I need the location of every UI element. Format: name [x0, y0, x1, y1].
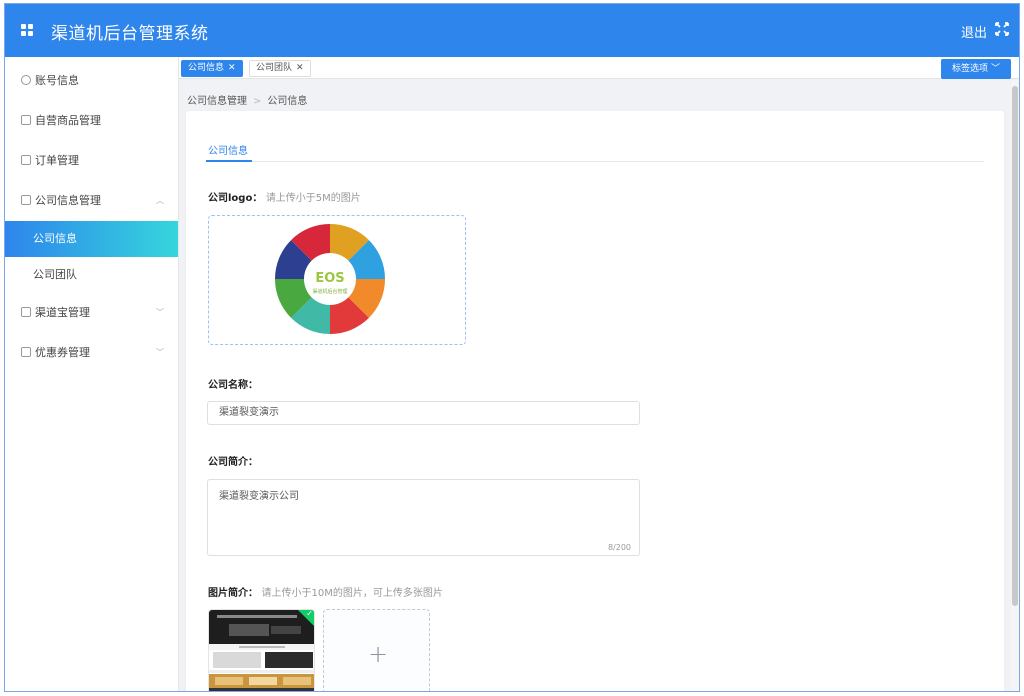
breadcrumb: 公司信息管理 > 公司信息 [187, 92, 307, 107]
breadcrumb-separator-icon: > [253, 96, 262, 107]
tag-label: 公司信息 [188, 63, 225, 73]
sidebar-subitem-company-team[interactable]: 公司团队 [5, 257, 178, 293]
company-info-card: 公司信息 公司logo： 请上传小于5M的图片 EOS 渠道机后台管理 公司名称… [186, 111, 1004, 691]
logo-subtext: 渠道机后台管理 [312, 288, 347, 295]
images-field-label: 图片简介： 请上传小于10M的图片，可上传多张图片 [208, 584, 443, 599]
name-field-label: 公司名称： [208, 380, 258, 391]
chevron-down-icon: ﹀ [990, 64, 1000, 74]
company-intro-text: 渠道裂变演示公司 [219, 491, 299, 502]
chevron-up-icon: ︿ [156, 196, 164, 205]
user-icon [21, 75, 31, 85]
sidebar-item-label: 自营商品管理 [35, 114, 101, 127]
tag-label: 公司团队 [256, 63, 293, 73]
sidebar-item-channel[interactable]: 渠道宝管理 ﹀ [5, 293, 178, 333]
tag-company-team[interactable]: 公司团队 ✕ [249, 60, 311, 77]
check-icon: ✓ [306, 609, 313, 618]
plus-icon: + [368, 640, 389, 668]
char-counter: 8/200 [607, 543, 631, 552]
images-hint: 请上传小于10M的图片，可上传多张图片 [261, 588, 443, 599]
company-intro-textarea[interactable]: 渠道裂变演示公司 8/200 [207, 479, 640, 556]
logo-text: EOS [315, 271, 344, 286]
top-header: 渠道机后台管理系统 退出 [5, 4, 1019, 57]
sidebar-item-label: 渠道宝管理 [35, 306, 90, 319]
logo-uploader[interactable]: EOS 渠道机后台管理 [208, 215, 466, 345]
app-title: 渠道机后台管理系统 [51, 24, 209, 44]
app-window: 渠道机后台管理系统 退出 账号信息 自营商品管理 订单管理 公司信息管理 ︿ 公… [4, 3, 1020, 692]
tab-company-info[interactable]: 公司信息 [208, 142, 248, 157]
uploaded-image-thumbnail[interactable]: ✓ [208, 609, 315, 691]
tab-divider [206, 161, 984, 162]
coupon-icon [21, 347, 31, 357]
sidebar-item-label: 公司信息管理 [35, 194, 101, 207]
sidebar-item-account[interactable]: 账号信息 [5, 61, 178, 101]
breadcrumb-item[interactable]: 公司信息管理 [187, 96, 247, 107]
sidebar-item-coupons[interactable]: 优惠券管理 ﹀ [5, 333, 178, 373]
tab-active-indicator [206, 160, 252, 162]
company-logo: EOS 渠道机后台管理 [275, 224, 385, 334]
sidebar-item-own-products[interactable]: 自营商品管理 [5, 101, 178, 141]
tags-view-bar: 公司信息 ✕ 公司团队 ✕ 标签选项 ﹀ [179, 57, 1019, 79]
intro-field-label: 公司简介： [208, 457, 258, 468]
company-name-input[interactable]: 渠道裂变演示 [207, 401, 640, 425]
logo-hint: 请上传小于5M的图片 [265, 193, 361, 204]
chevron-down-icon: ﹀ [156, 348, 164, 357]
tag-options-label: 标签选项 [952, 64, 989, 74]
sidebar: 账号信息 自营商品管理 订单管理 公司信息管理 ︿ 公司信息 公司团队 渠道宝管… [5, 57, 179, 691]
menu-grid-icon[interactable] [21, 24, 34, 37]
logo-label-text: 公司logo： [208, 193, 263, 204]
fullscreen-icon[interactable] [995, 22, 1009, 36]
order-icon [21, 155, 31, 165]
sidebar-item-orders[interactable]: 订单管理 [5, 141, 178, 181]
sidebar-item-label: 账号信息 [35, 74, 79, 87]
close-icon[interactable]: ✕ [228, 63, 236, 73]
add-image-button[interactable]: + [323, 609, 430, 691]
scrollbar[interactable] [1011, 80, 1019, 691]
sidebar-subitem-company-info[interactable]: 公司信息 [5, 221, 178, 257]
sidebar-item-label: 优惠券管理 [35, 346, 90, 359]
breadcrumb-item: 公司信息 [267, 96, 308, 107]
building-icon [21, 195, 31, 205]
tag-options-button[interactable]: 标签选项 ﹀ [941, 59, 1011, 79]
product-icon [21, 115, 31, 125]
logout-button[interactable]: 退出 [961, 22, 987, 41]
scrollbar-thumb[interactable] [1012, 86, 1018, 606]
chevron-down-icon: ﹀ [156, 308, 164, 317]
monitor-icon [21, 307, 31, 317]
logo-field-label: 公司logo： 请上传小于5M的图片 [208, 189, 361, 204]
close-icon[interactable]: ✕ [296, 63, 304, 73]
sidebar-item-label: 订单管理 [35, 154, 79, 167]
sidebar-item-company-info[interactable]: 公司信息管理 ︿ [5, 181, 178, 221]
images-label-text: 图片简介： [208, 588, 258, 599]
tag-company-info[interactable]: 公司信息 ✕ [181, 60, 243, 77]
